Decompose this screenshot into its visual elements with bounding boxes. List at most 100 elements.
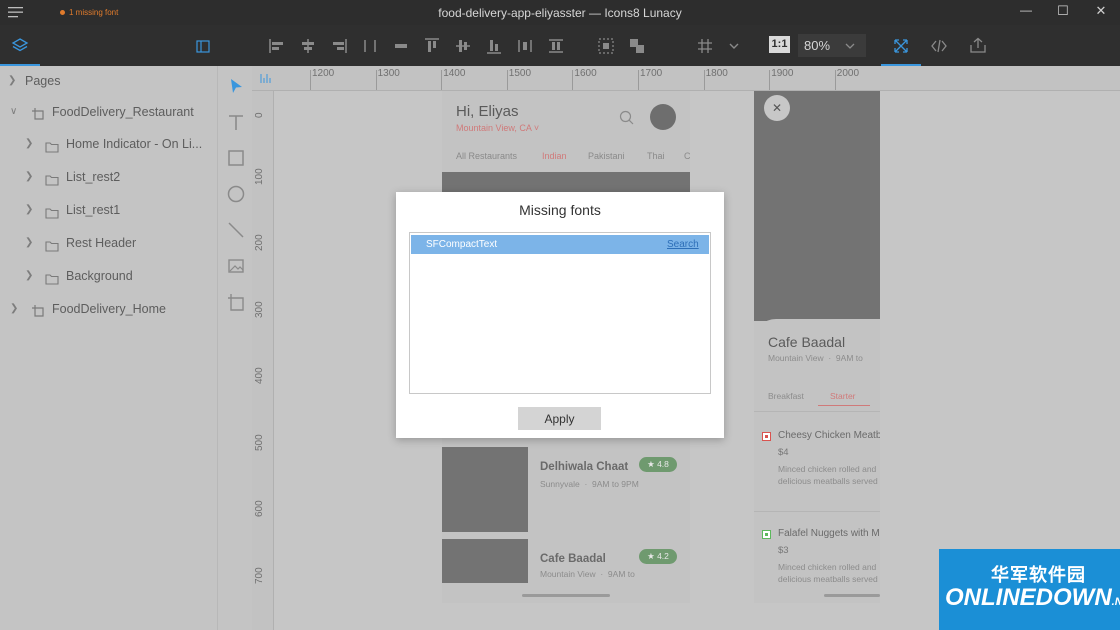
- search-font-link[interactable]: Search: [667, 235, 699, 254]
- restaurant-subtitle: Mountain View · 9AM to: [768, 353, 863, 363]
- tab-all-restaurants[interactable]: All Restaurants: [456, 151, 517, 161]
- line-tool-icon[interactable]: [226, 220, 246, 240]
- text-tool-icon[interactable]: [226, 112, 246, 132]
- chevron-right-icon[interactable]: ❯: [25, 166, 35, 188]
- ruler-tick-label: 1400: [443, 68, 466, 79]
- divider: [754, 511, 880, 512]
- layer-label: Home Indicator - On Li...: [66, 137, 203, 151]
- align-vertical-center-icon[interactable]: [454, 37, 472, 55]
- align-left-icon[interactable]: [268, 37, 286, 55]
- nonveg-indicator-icon: [762, 432, 771, 441]
- close-window-button[interactable]: ✕: [1091, 3, 1111, 19]
- layer-artboard[interactable]: ∨ FoodDelivery_Restaurant: [0, 101, 217, 123]
- align-middle-icon[interactable]: [392, 37, 410, 55]
- ruler-tick-label: 1800: [705, 68, 728, 79]
- layer-group[interactable]: ❯ Home Indicator - On Li...: [0, 133, 217, 155]
- ruler-tick: [769, 70, 771, 90]
- restaurant-title: Cafe Baadal: [768, 334, 846, 350]
- align-bottom-icon[interactable]: [485, 37, 503, 55]
- watermark-en-text: ONLINEDOWN.NET: [945, 584, 1120, 611]
- ruler-tick: [834, 70, 836, 90]
- layer-artboard[interactable]: ❯ FoodDelivery_Home: [0, 298, 217, 320]
- distribute-vertical-icon[interactable]: [516, 37, 534, 55]
- layer-label: FoodDelivery_Home: [52, 302, 166, 316]
- layers-icon: [11, 38, 29, 52]
- missing-fonts-list[interactable]: SFCompactText Search: [409, 232, 711, 394]
- chevron-right-icon[interactable]: ❯: [25, 199, 35, 221]
- align-center-icon[interactable]: [299, 37, 317, 55]
- layer-label: List_rest2: [66, 170, 121, 184]
- folder-icon: [45, 138, 59, 153]
- align-right-icon[interactable]: [330, 37, 348, 55]
- tab-starter[interactable]: Starter: [830, 391, 856, 401]
- inspect-tab[interactable]: [881, 25, 921, 66]
- group-icon[interactable]: [597, 37, 615, 55]
- ruler-tick: [375, 70, 377, 90]
- folder-icon: [45, 171, 59, 186]
- ruler-tick-label: 700: [254, 566, 265, 584]
- ruler-tick: [310, 70, 311, 90]
- panel-toggle-icon[interactable]: [195, 38, 213, 56]
- tab-breakfast[interactable]: Breakfast: [768, 391, 804, 401]
- font-row[interactable]: SFCompactText Search: [411, 235, 709, 254]
- home-indicator: [522, 594, 610, 597]
- code-icon[interactable]: [930, 37, 948, 55]
- tab-more[interactable]: C: [684, 151, 690, 161]
- chevron-down-icon: [845, 43, 855, 49]
- close-button[interactable]: ✕: [764, 95, 790, 121]
- layer-group[interactable]: ❯ Rest Header: [0, 232, 217, 254]
- dialog-title: Missing fonts: [519, 202, 601, 218]
- chevron-right-icon[interactable]: ❯: [25, 265, 35, 287]
- menu-item-price: $4: [778, 447, 789, 458]
- chevron-right-icon[interactable]: ❯: [25, 133, 35, 155]
- menu-item-name: Cheesy Chicken Meatb: [778, 430, 880, 441]
- tab-indian[interactable]: Indian: [542, 151, 567, 161]
- chevron-down-icon[interactable]: ∨: [10, 101, 20, 123]
- layer-label: Background: [66, 269, 133, 283]
- ruler-tick-label: 1900: [771, 68, 794, 79]
- layer-group[interactable]: ❯ List_rest1: [0, 199, 217, 221]
- ruler-tick: [703, 70, 705, 90]
- rectangle-tool-icon[interactable]: [226, 148, 246, 168]
- layer-group[interactable]: ❯ List_rest2: [0, 166, 217, 188]
- vertical-ruler: 0 100 200 300 400 500 600 700: [252, 91, 274, 630]
- folder-icon: [45, 204, 59, 219]
- tab-pakistani[interactable]: Pakistani: [588, 151, 625, 161]
- maximize-button[interactable]: ☐: [1053, 3, 1073, 19]
- ruler-tick-label: 100: [254, 167, 265, 185]
- image-tool-icon[interactable]: [226, 256, 246, 276]
- distribute-horizontal-icon[interactable]: [361, 37, 379, 55]
- actual-size-button[interactable]: 1:1: [769, 36, 790, 53]
- tab-thai[interactable]: Thai: [647, 151, 665, 161]
- ruler-tick: [441, 70, 443, 90]
- tidy-up-icon[interactable]: [547, 37, 565, 55]
- pages-header[interactable]: ❯ Pages: [0, 70, 217, 92]
- ruler-tick-label: 500: [254, 433, 265, 451]
- chevron-right-icon[interactable]: ❯: [10, 298, 20, 320]
- minimize-button[interactable]: —: [1016, 3, 1036, 19]
- chevron-right-icon[interactable]: ❯: [25, 232, 35, 254]
- artboard-tool-icon[interactable]: [226, 292, 246, 312]
- grid-icon[interactable]: [696, 37, 714, 55]
- font-name: SFCompactText: [426, 239, 498, 250]
- pointer-tool-icon[interactable]: [226, 76, 246, 96]
- artboard-restaurant[interactable]: ✕ Cafe Baadal Mountain View · 9AM to Bre…: [754, 91, 880, 603]
- layer-label: List_rest1: [66, 203, 121, 217]
- missing-fonts-dialog: Missing fonts SFCompactText Search Apply: [396, 192, 724, 438]
- align-top-icon[interactable]: [423, 37, 441, 55]
- greeting-text: Hi, Eliyas: [456, 103, 519, 120]
- layers-panel: ❯ Pages ∨ FoodDelivery_Restaurant ❯ Home In…: [0, 66, 217, 630]
- ungroup-icon[interactable]: [628, 37, 646, 55]
- oval-tool-icon[interactable]: [226, 184, 246, 204]
- window-title: food-delivery-app-eliyasster — Icons8 Lu…: [438, 6, 682, 20]
- chevron-down-icon[interactable]: [725, 37, 743, 55]
- folder-icon: [45, 270, 59, 285]
- ruler-tick-label: 1600: [574, 68, 597, 79]
- export-icon[interactable]: [969, 37, 987, 55]
- divider: [754, 411, 880, 412]
- layers-tab[interactable]: [0, 25, 40, 66]
- apply-button[interactable]: Apply: [518, 407, 601, 430]
- zoom-select[interactable]: 80%: [798, 34, 866, 57]
- layer-group[interactable]: ❯ Background: [0, 265, 217, 287]
- ruler-corner-icon: [260, 74, 271, 83]
